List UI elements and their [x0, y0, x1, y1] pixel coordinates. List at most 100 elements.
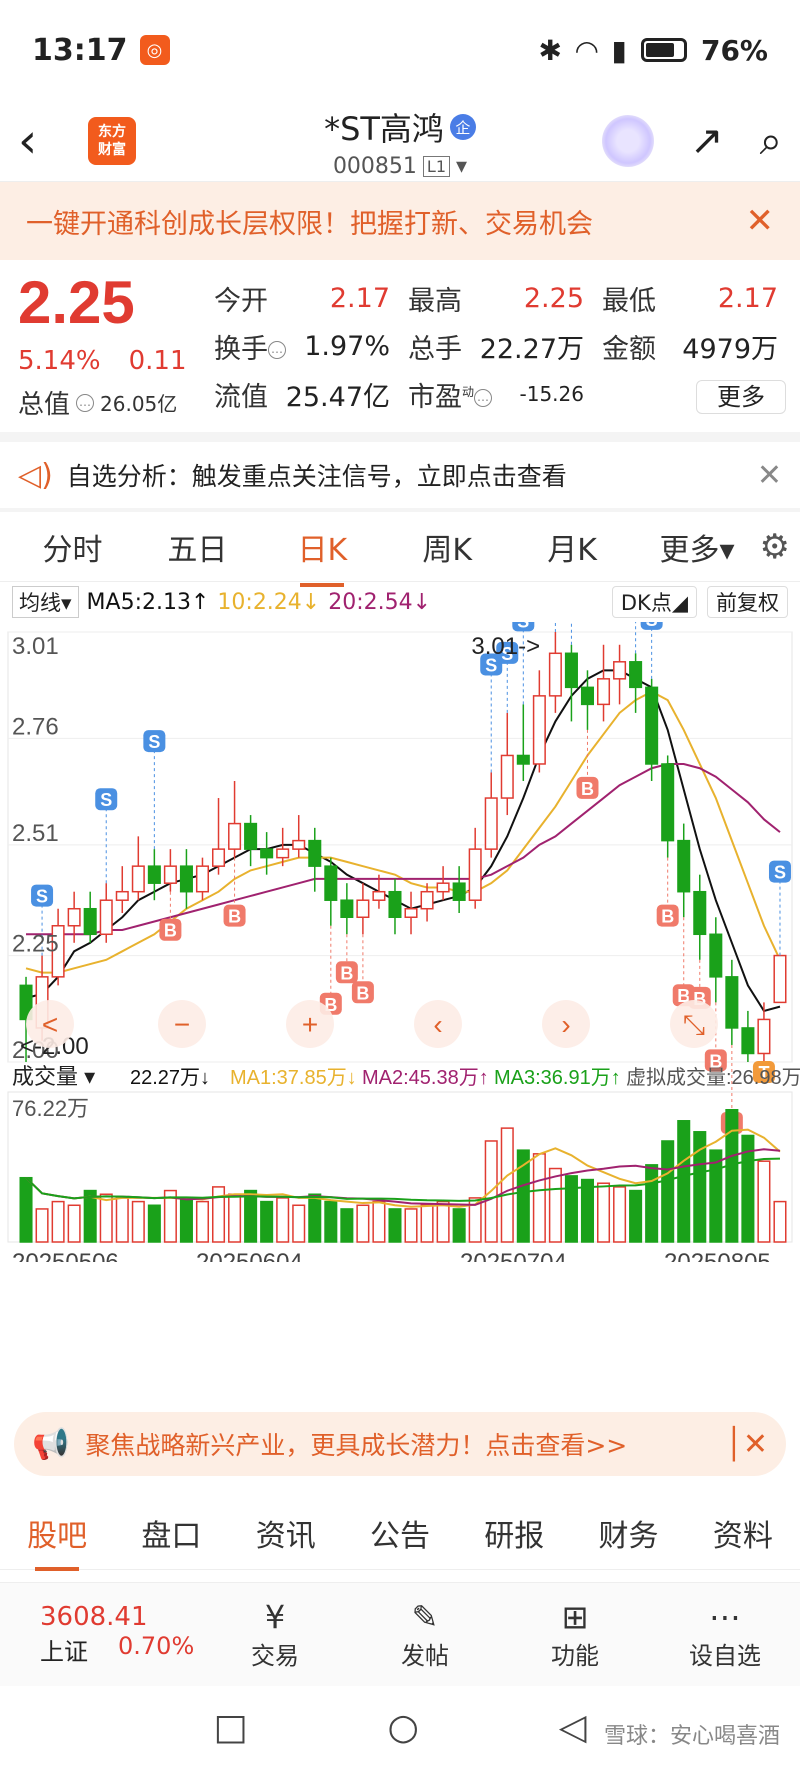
candle-body [709, 933, 723, 978]
stock-code: 000851 [332, 154, 417, 179]
signal-letter: S [646, 622, 658, 630]
candle-body [725, 976, 739, 1029]
volume-bar [324, 1200, 338, 1243]
info-icon[interactable]: … [474, 389, 493, 407]
analysis-alert[interactable]: ◁) 自选分析：触发重点关注信号，立即点击查看 ✕ [0, 442, 800, 508]
back-icon[interactable]: ‹ [18, 113, 58, 169]
tab-five-day[interactable]: 五日 [135, 525, 260, 569]
close-icon[interactable]: ✕ [757, 458, 782, 493]
open-label: 今开 [214, 285, 268, 317]
brand-logo[interactable]: 东方 财富 [88, 116, 136, 165]
tab-announcements[interactable]: 公告 [343, 1511, 457, 1555]
share-icon[interactable]: ↗ [690, 118, 724, 164]
kline-chart[interactable]: SSSBBBBBSSSSSBSSBBBBBTS 3.012.762.512.25… [0, 513, 800, 1276]
volume-bar [195, 1200, 210, 1243]
tab-weekly-k[interactable]: 周K [385, 525, 510, 569]
dk-point-label: DK点 [620, 591, 672, 615]
tab-more[interactable]: 更多▾ [635, 525, 760, 569]
volume-selector[interactable]: 成交量 ▾ [12, 1064, 95, 1089]
tab-finance[interactable]: 财务 [571, 1511, 685, 1555]
info-icon[interactable]: … [268, 341, 286, 359]
y-tick-label: 3.01 [12, 633, 59, 660]
functions-label: 功能 [551, 1642, 599, 1670]
alert-text: 自选分析：触发重点关注信号，立即点击查看 [66, 462, 567, 491]
signal-letter: B [228, 907, 241, 927]
candle-body [276, 848, 290, 859]
candle-body [468, 848, 482, 901]
index-ticker[interactable]: 3608.41 上证 0.70% [0, 1602, 200, 1667]
adjust-toggle[interactable]: 前复权 [707, 586, 788, 618]
chart-control-button[interactable]: › [542, 1000, 590, 1048]
trade-label: 交易 [251, 1642, 299, 1670]
more-dots-icon: ⋯ [709, 1598, 741, 1636]
pe-label: 市盈 [408, 381, 462, 413]
candle-body [99, 899, 113, 936]
app-notification-icon: ◎ [139, 35, 170, 65]
tab-intraday[interactable]: 分时 [10, 525, 135, 569]
volume-bar [661, 1140, 675, 1243]
tab-forum[interactable]: 股吧 [0, 1511, 114, 1571]
high-marker: 3.01-> [471, 633, 540, 660]
signal-letter: B [581, 779, 594, 799]
close-icon[interactable]: │✕ [725, 1427, 768, 1462]
gear-icon[interactable]: ⚙ [760, 527, 790, 567]
tab-orderbook[interactable]: 盘口 [114, 1511, 228, 1555]
promo-banner[interactable]: 一键开通科创成长层权限！把握打新、交易机会 ✕ [0, 182, 800, 260]
chevron-down-icon[interactable]: ▾ [456, 154, 467, 179]
candle-body [404, 907, 418, 918]
close-icon[interactable]: ✕ [746, 201, 775, 241]
more-button[interactable]: 更多 [696, 379, 786, 414]
tab-research[interactable]: 研报 [457, 1511, 571, 1555]
candle-body [340, 899, 354, 918]
add-watchlist-button[interactable]: ⋯ 设自选 [650, 1598, 800, 1671]
functions-button[interactable]: ⊞ 功能 [500, 1598, 650, 1671]
high-value: 2.25 [523, 282, 584, 314]
speaker-icon: ◁) [18, 457, 53, 493]
post-button[interactable]: ✎ 发帖 [350, 1598, 500, 1671]
trade-button[interactable]: ¥ 交易 [200, 1598, 350, 1671]
dk-point-toggle[interactable]: DK点◢ [611, 586, 697, 618]
chart-control-button[interactable]: ‹ [414, 1000, 462, 1048]
float-cap-label: 流值 [214, 381, 268, 413]
search-icon[interactable]: ⌕ [760, 118, 782, 164]
chart-control-button[interactable]: ⤡ [670, 1000, 718, 1048]
chart-control-glyph: ‹ [433, 1009, 442, 1040]
tab-profile[interactable]: 资料 [686, 1511, 800, 1555]
candle-body [516, 754, 530, 765]
candle-body [484, 797, 498, 850]
candle-body [645, 686, 659, 765]
back-nav-icon[interactable]: ◁ [559, 1707, 587, 1748]
level-badge[interactable]: L1 [422, 156, 451, 177]
candle-body [629, 661, 643, 689]
turnover-value: 1.97% [304, 330, 390, 362]
tab-monthly-k[interactable]: 月K [510, 525, 635, 569]
candle-body [436, 882, 450, 893]
candle-body [83, 907, 97, 936]
kline-chart-area[interactable]: SSSBBBBBSSSSSBSSBBBBBTS 3.012.762.512.25… [0, 513, 800, 1276]
candle-body [195, 865, 210, 893]
amount-value: 4979万 [682, 333, 778, 365]
tab-more-label: 更多 [659, 532, 720, 568]
tab-news[interactable]: 资讯 [229, 1511, 343, 1555]
volume-bar [420, 1204, 434, 1243]
info-icon[interactable]: … [76, 393, 95, 412]
promo-text: 聚焦战略新兴产业，更具成长潜力！点击查看>> [85, 1431, 628, 1460]
candle-body [613, 661, 627, 680]
promo-strip[interactable]: 📢 聚焦战略新兴产业，更具成长潜力！点击查看>> │✕ [14, 1412, 786, 1476]
tab-daily-k[interactable]: 日K [260, 525, 385, 587]
chart-control-button[interactable]: < [26, 1000, 74, 1048]
volume-ma3: MA3:36.91万↑ [494, 1067, 621, 1089]
candle-body [324, 865, 338, 901]
candle-body [596, 678, 611, 706]
volume-bar [244, 1189, 258, 1243]
home-icon[interactable]: ○ [387, 1707, 418, 1748]
chart-control-button[interactable]: + [286, 1000, 334, 1048]
recent-apps-icon[interactable]: □ [213, 1707, 247, 1748]
chart-control-glyph: + [302, 1009, 318, 1040]
chart-control-button[interactable]: − [158, 1000, 206, 1048]
ma-selector[interactable]: 均线▾ [12, 586, 79, 618]
volume-bar [436, 1200, 450, 1243]
ai-assistant-icon[interactable] [602, 114, 655, 167]
chart-control-glyph: − [174, 1009, 190, 1040]
candle-body [693, 890, 707, 936]
